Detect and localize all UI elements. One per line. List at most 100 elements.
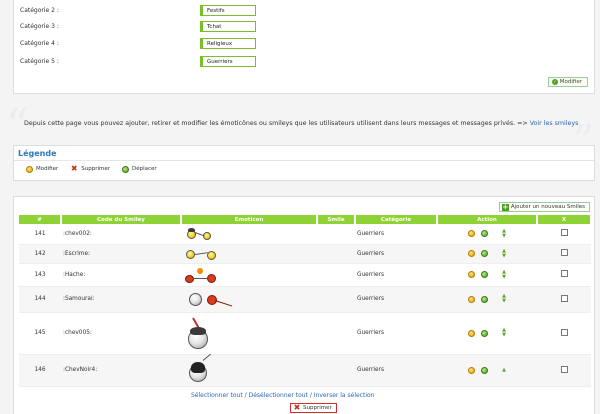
categories-panel: Catégorie 2 : Festifs Catégorie 3 : Tcha… bbox=[13, 0, 595, 94]
category-label: Catégorie 3 : bbox=[20, 23, 59, 30]
legend-panel: Légende Modifier ✖ Supprimer Déplacer bbox=[13, 145, 595, 181]
legend-item-move: Déplacer bbox=[122, 165, 157, 173]
row-emoticon bbox=[181, 224, 317, 245]
move-icon[interactable] bbox=[481, 250, 489, 257]
row-num: 141 bbox=[19, 224, 61, 245]
header-smile[interactable]: Smile bbox=[317, 215, 356, 224]
table-row: 143 :Hache: Guerriers ▲ ▼ bbox=[19, 263, 591, 287]
check-icon: ✓ bbox=[551, 79, 558, 85]
row-num: 144 bbox=[19, 286, 61, 313]
edit-icon[interactable] bbox=[468, 230, 476, 238]
header-num[interactable]: # bbox=[19, 215, 62, 224]
row-smile bbox=[317, 263, 355, 287]
row-actions: ▲ ▼ bbox=[437, 312, 537, 355]
row-num: 143 bbox=[19, 263, 61, 287]
modify-categories-button[interactable]: ✓ Modifier bbox=[547, 77, 588, 87]
row-select bbox=[537, 263, 591, 287]
header-action[interactable]: Action bbox=[437, 215, 538, 224]
edit-icon[interactable] bbox=[468, 366, 476, 374]
edit-icon[interactable] bbox=[468, 329, 476, 337]
arrow-down-icon[interactable]: ▼ bbox=[502, 299, 506, 304]
legend-item-delete: ✖ Supprimer bbox=[70, 165, 110, 173]
edit-icon[interactable] bbox=[468, 250, 476, 257]
arrow-down-icon[interactable]: ▼ bbox=[502, 233, 506, 239]
arrow-up-icon[interactable]: ▲ bbox=[502, 367, 506, 373]
row-actions: ▲ bbox=[437, 354, 537, 387]
row-actions: ▲ ▼ bbox=[437, 286, 537, 313]
add-smiley-button[interactable]: + Ajouter un nouveau Smiles bbox=[498, 202, 590, 212]
category-row: Catégorie 4 : Religieux bbox=[20, 38, 320, 50]
info-description: Depuis cette page vous pouvez ajouter, r… bbox=[24, 120, 528, 127]
category-input[interactable]: Tchat bbox=[200, 21, 256, 32]
category-input[interactable]: Guerriers bbox=[200, 56, 256, 67]
move-icon[interactable] bbox=[481, 230, 489, 238]
delete-icon: ✖ bbox=[70, 164, 78, 173]
legend-items: Modifier ✖ Supprimer Déplacer bbox=[26, 165, 157, 173]
move-icon bbox=[122, 165, 130, 173]
category-row: Catégorie 2 : Festifs bbox=[20, 5, 320, 17]
row-code: :chev002: bbox=[61, 224, 181, 245]
deselect-all-link[interactable]: Désélectionner tout bbox=[249, 392, 308, 399]
arrow-down-icon[interactable]: ▼ bbox=[502, 253, 506, 259]
divider bbox=[14, 160, 594, 161]
delete-selected-button[interactable]: ✖ Supprimer bbox=[290, 403, 337, 413]
row-checkbox[interactable] bbox=[560, 294, 568, 302]
select-all-link[interactable]: Sélectionner tout bbox=[191, 392, 243, 399]
plus-icon: + bbox=[501, 202, 509, 211]
row-checkbox[interactable] bbox=[560, 270, 568, 277]
armored-knight-smiley-icon bbox=[185, 315, 213, 351]
category-input[interactable]: Festifs bbox=[200, 5, 256, 16]
move-icon[interactable] bbox=[481, 329, 489, 337]
arrow-down-icon[interactable]: ▼ bbox=[502, 274, 506, 280]
table-row: 144 :Samourai: Guerriers ▲ ▼ bbox=[19, 286, 591, 313]
edit-icon bbox=[26, 165, 33, 173]
info-text: Depuis cette page vous pouvez ajouter, r… bbox=[24, 120, 584, 127]
row-category: Guerriers bbox=[355, 244, 437, 264]
samurai-smiley-icon bbox=[185, 288, 237, 310]
arrow-down-icon[interactable]: ▼ bbox=[502, 333, 506, 338]
row-checkbox[interactable] bbox=[560, 328, 568, 336]
row-category: Guerriers bbox=[355, 286, 437, 313]
edit-icon[interactable] bbox=[468, 271, 476, 278]
separator: / bbox=[244, 392, 247, 399]
reorder-arrows: ▲ ▼ bbox=[502, 228, 506, 239]
category-input[interactable]: Religieux bbox=[200, 38, 256, 49]
row-smile bbox=[317, 244, 355, 264]
selection-links: Sélectionner tout / Désélectionner tout … bbox=[191, 392, 374, 399]
view-smileys-link[interactable]: Voir les smileys bbox=[530, 120, 579, 127]
edit-icon[interactable] bbox=[468, 295, 476, 303]
row-code: :chev005: bbox=[61, 312, 181, 355]
row-category: Guerriers bbox=[355, 312, 437, 355]
separator: / bbox=[309, 392, 312, 399]
header-emoticon[interactable]: Emoticon bbox=[181, 215, 318, 224]
row-smile bbox=[317, 312, 355, 355]
axe-smiley-icon bbox=[185, 266, 219, 284]
move-icon[interactable] bbox=[481, 366, 489, 374]
header-category[interactable]: Catégorie bbox=[355, 215, 438, 224]
knight-smiley-icon bbox=[185, 227, 215, 241]
row-select bbox=[537, 354, 591, 387]
reorder-arrows: ▲ ▼ bbox=[502, 248, 506, 259]
row-num: 142 bbox=[19, 244, 61, 264]
header-code[interactable]: Code du Smiley bbox=[61, 215, 182, 224]
black-knight-smiley-icon bbox=[185, 353, 215, 384]
legend-item-modify: Modifier bbox=[26, 165, 58, 173]
row-select bbox=[537, 312, 591, 355]
fencing-smiley-icon bbox=[185, 247, 219, 261]
reorder-arrows: ▲ ▼ bbox=[502, 328, 506, 338]
move-icon[interactable] bbox=[481, 271, 489, 278]
row-actions: ▲ ▼ bbox=[437, 224, 537, 245]
smileys-table-panel: + Ajouter un nouveau Smiles # Code du Sm… bbox=[13, 196, 595, 414]
row-checkbox[interactable] bbox=[560, 249, 568, 256]
row-select bbox=[537, 286, 591, 313]
move-icon[interactable] bbox=[481, 295, 489, 303]
header-select[interactable]: X bbox=[537, 215, 592, 224]
row-emoticon bbox=[181, 353, 317, 387]
category-label: Catégorie 2 : bbox=[20, 7, 59, 14]
invert-selection-link[interactable]: Inverser la sélection bbox=[314, 392, 375, 399]
row-checkbox[interactable] bbox=[560, 365, 568, 373]
category-row: Catégorie 5 : Guerriers bbox=[20, 56, 320, 68]
row-checkbox[interactable] bbox=[560, 229, 568, 237]
table-row: 141 :chev002: Guerriers ▲ ▼ bbox=[19, 224, 591, 245]
row-category: Guerriers bbox=[355, 263, 437, 287]
